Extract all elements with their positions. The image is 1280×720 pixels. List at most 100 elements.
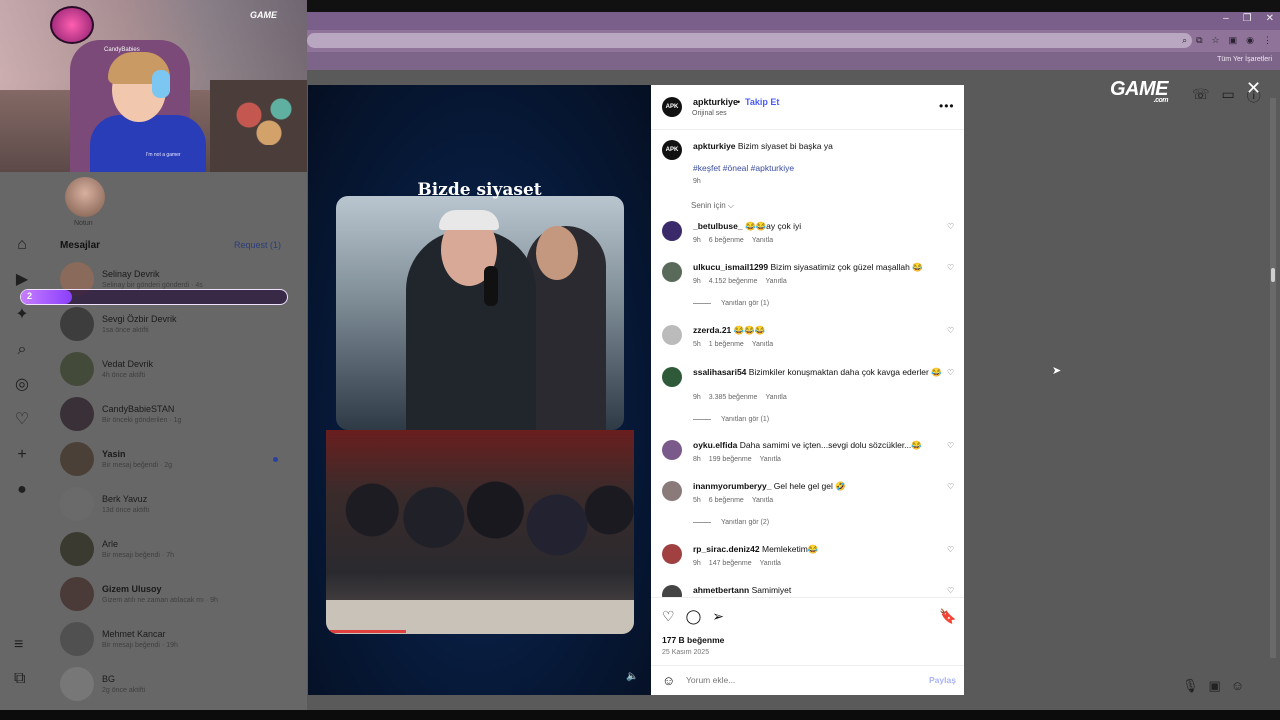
minimize-button[interactable]: – [1223,13,1229,24]
view-replies-button[interactable]: Yanıtları gör (1) [693,300,769,307]
post-comment-button[interactable]: Paylaş [929,675,956,685]
post-avatar[interactable]: APK [662,97,682,117]
comment-like-icon[interactable]: ♡ [947,482,954,491]
page-scrollbar[interactable] [1270,98,1276,658]
avatar[interactable] [662,262,682,282]
sticker-icon[interactable]: ☺ [1231,678,1244,694]
all-bookmarks-link[interactable]: Tüm Yer İşaretleri [1217,56,1272,63]
phone-icon[interactable]: ☏ [1192,86,1210,106]
view-replies-button[interactable]: Yanıtları gör (2) [693,519,769,526]
cast-icon[interactable]: ⧉ [1196,35,1202,46]
reply-button[interactable]: Yanıtla [765,394,786,401]
comment-likes[interactable]: 6 beğenme [709,497,744,504]
close-post-button[interactable]: ✕ [1246,78,1261,99]
original-audio-link[interactable]: Orijinal ses [692,110,727,117]
video-call-icon[interactable]: ▭ [1222,86,1235,106]
reel-video[interactable]: Bizde siyaset 🔈 [308,85,651,695]
comment-likes[interactable]: 199 beğenme [709,456,752,463]
comment-username[interactable]: rp_sirac.deniz42 [693,544,760,554]
comment-like-icon[interactable]: ♡ [947,441,954,450]
avatar[interactable] [662,585,682,597]
comment-likes[interactable]: 4.152 beğenme [709,278,758,285]
conversation-item[interactable]: Arle Bir mesajı beğendi · 7h [60,532,290,566]
conversation-item[interactable]: BG 2g önce aktifti [60,667,290,701]
more-options-icon[interactable]: ••• [939,99,955,113]
reply-button[interactable]: Yanıtla [752,237,773,244]
zoom-icon[interactable]: ⌕ [1182,35,1187,46]
follow-button[interactable]: Takip Et [745,97,779,107]
conversation-item[interactable]: Vedat Devrik 4h önce aktifti [60,352,290,386]
compass-icon[interactable]: ◎ [10,376,34,393]
post-username[interactable]: apkturkiye [693,97,738,107]
caption-username[interactable]: apkturkiye [693,141,736,151]
comment-like-icon[interactable]: ♡ [947,222,954,231]
note-avatar[interactable] [65,177,105,217]
comment-icon[interactable]: ◯ [686,608,702,625]
window-close-button[interactable]: ✕ [1266,13,1274,24]
reply-button[interactable]: Yanıtla [760,560,781,567]
scrollbar-thumb[interactable] [1271,268,1275,282]
comment-username[interactable]: zzerda.21 [693,325,731,335]
likes-count[interactable]: 177 B beğenme [662,635,724,645]
comment-likes[interactable]: 3.385 beğenme [709,394,758,401]
reply-button[interactable]: Yanıtla [760,456,781,463]
comment-likes[interactable]: 147 beğenme [709,560,752,567]
hashtags[interactable]: #keşfet #öneal #apkturkiye [693,163,794,173]
extension-icon[interactable]: ▣ [1229,35,1238,46]
profile-icon[interactable]: ◉ [1246,35,1254,46]
reply-button[interactable]: Yanıtla [765,278,786,285]
comment-likes[interactable]: 1 beğenme [709,341,744,348]
maximize-button[interactable]: ❐ [1243,13,1252,24]
comment-filter-dropdown[interactable]: Senin için ⌵ [691,201,734,211]
menu-icon[interactable]: ≡ [14,636,23,654]
comment-username[interactable]: inanmyorumberyy_ [693,481,771,491]
conversation-item[interactable]: CandyBabieSTAN Bir önceki gönderilen · 1g [60,397,290,431]
comment-likes[interactable]: 6 beğenme [709,237,744,244]
create-icon[interactable]: + [10,446,34,463]
explore-icon[interactable]: ✦ [10,306,34,323]
search-icon[interactable]: ⌕ [10,341,34,358]
conversation-item[interactable]: Sevgi Özbir Devrik 1sa önce aktifti [60,307,290,341]
home-icon[interactable]: ⌂ [10,236,34,253]
save-icon[interactable]: 🔖 [939,608,956,625]
comment-input[interactable]: Yorum ekle... [686,675,735,685]
heart-icon[interactable]: ♡ [10,411,34,428]
address-input[interactable] [307,33,1192,48]
comment-username[interactable]: ulkucu_ismail1299 [693,262,768,272]
apps-icon[interactable]: ⧉ [14,670,25,688]
emoji-icon[interactable]: ☺ [662,673,675,688]
volume-icon[interactable]: 🔈 [626,671,638,682]
reels-icon[interactable]: ▶ [10,271,34,288]
profile-icon[interactable]: ● [10,481,34,498]
avatar[interactable] [662,544,682,564]
avatar[interactable] [662,440,682,460]
image-icon[interactable]: ▣ [1209,678,1221,694]
comment-username[interactable]: ssalihasari54 [693,367,746,377]
bookmark-star-icon[interactable]: ☆ [1212,35,1220,46]
comment-username[interactable]: ahmetbertann [693,585,749,595]
browser-menu-icon[interactable]: ⋮ [1263,35,1272,46]
comment-username[interactable]: oyku.elfida [693,440,737,450]
caption-avatar[interactable]: APK [662,140,682,160]
comment-like-icon[interactable]: ♡ [947,368,954,377]
comment-like-icon[interactable]: ♡ [947,586,954,595]
like-icon[interactable]: ♡ [662,608,675,625]
comment-username[interactable]: _betulbuse_ [693,221,743,231]
comment-like-icon[interactable]: ♡ [947,545,954,554]
conversation-item[interactable]: Yasin Bir mesaj beğendi · 2g [60,442,290,476]
avatar[interactable] [662,221,682,241]
conversation-item[interactable]: Mehmet Kancar Bir mesajı beğendi · 19h [60,622,290,656]
avatar[interactable] [662,481,682,501]
conversation-item[interactable]: Gizem Ulusoy Gizem atılı ne zaman atılaca… [60,577,290,611]
comment-like-icon[interactable]: ♡ [947,263,954,272]
comment-like-icon[interactable]: ♡ [947,326,954,335]
requests-link[interactable]: Request (1) [234,240,281,250]
share-icon[interactable]: ➢ [712,608,724,625]
conversation-item[interactable]: Berk Yavuz 13d önce aktifti [60,487,290,521]
microphone-icon[interactable]: 🎙 [1182,678,1199,694]
reply-button[interactable]: Yanıtla [752,497,773,504]
reply-button[interactable]: Yanıtla [752,341,773,348]
view-replies-button[interactable]: Yanıtları gör (1) [693,416,769,423]
avatar[interactable] [662,325,682,345]
avatar[interactable] [662,367,682,387]
